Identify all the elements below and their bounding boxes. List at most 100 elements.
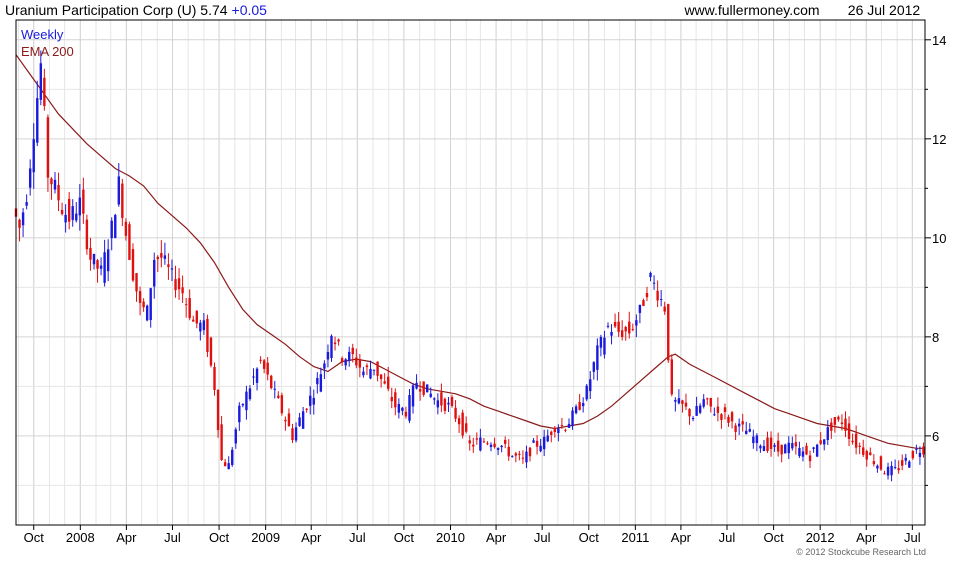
candle-body (688, 409, 691, 417)
x-tick-label: Jul (719, 530, 736, 545)
candle-body (245, 391, 248, 411)
candle-body (706, 398, 709, 400)
candle-body (482, 441, 486, 443)
candle-body (752, 436, 755, 444)
candle-body (270, 375, 273, 389)
candle-body (128, 224, 131, 260)
candle-body (542, 436, 546, 450)
candle-body (67, 198, 71, 222)
candle-body (528, 447, 532, 457)
candle-body (266, 362, 269, 375)
candle-body (812, 447, 815, 449)
candle-body (691, 417, 695, 419)
candle-body (745, 430, 748, 435)
candle-body (316, 377, 319, 385)
candle-body (138, 291, 142, 303)
candle-body (167, 264, 170, 268)
candle-body (344, 359, 347, 366)
x-tick-label: Apr (856, 530, 877, 545)
candle-body (457, 418, 461, 425)
candle-body (231, 449, 234, 465)
candle-body (28, 168, 32, 188)
y-tick-label: 8 (932, 330, 939, 345)
x-tick-label: 2008 (66, 530, 95, 545)
candle-body (702, 399, 705, 407)
candle-body (114, 215, 117, 238)
candle-body (737, 423, 741, 427)
x-tick-label: 2012 (806, 530, 835, 545)
candle-body (709, 398, 712, 407)
candle-body (574, 406, 578, 414)
candle-body (723, 407, 727, 412)
candle-body (808, 455, 812, 462)
candle-body (89, 247, 92, 260)
candle-body (908, 461, 911, 468)
candle-body (915, 448, 918, 450)
candle-body (450, 396, 454, 406)
candle-body (92, 253, 96, 265)
candle-body (571, 410, 574, 427)
x-axis: Oct 2008 Apr Jul Oct 2009 Apr Jul Oct 2010 Apr Jul O… (24, 525, 921, 545)
x-tick-label: Oct (763, 530, 784, 545)
candle-body (503, 439, 507, 444)
candle-body (652, 282, 656, 284)
candle-body (624, 326, 627, 332)
candle-body (553, 427, 557, 432)
candle-body (443, 398, 447, 411)
candle-body (60, 209, 64, 215)
candle-body (408, 395, 411, 421)
candle-body (248, 388, 252, 400)
candle-body (833, 417, 837, 425)
candle-body (670, 359, 673, 395)
candle-body (209, 337, 213, 366)
candle-body (117, 176, 121, 205)
candle-body (904, 457, 907, 461)
candle-body (135, 273, 138, 292)
site-url[interactable]: www.fullermoney.com (683, 2, 819, 18)
candle-body (131, 249, 135, 281)
candle-body (401, 407, 404, 411)
candle-body (610, 331, 613, 336)
candle-body (103, 252, 106, 283)
candle-body (635, 320, 638, 326)
candle-body (326, 352, 330, 360)
candle-body (776, 440, 780, 452)
candle-body (585, 385, 588, 400)
candle-body (507, 446, 510, 457)
candle-body (110, 220, 113, 239)
candle-body (390, 397, 393, 402)
candle-body (202, 320, 206, 331)
candle-body (337, 339, 340, 342)
x-tick-label: Oct (394, 530, 415, 545)
candle-body (844, 418, 847, 431)
candle-body (815, 444, 819, 457)
candle-body (181, 287, 184, 294)
candle-body (826, 427, 829, 440)
candle-body (184, 304, 188, 306)
candle-body (489, 444, 493, 447)
candle-body (755, 435, 759, 444)
candle-body (854, 433, 858, 448)
candle-body (372, 369, 376, 371)
candle-body (436, 400, 440, 408)
candle-body (262, 360, 266, 369)
candle-body (557, 428, 560, 433)
candle-body (617, 321, 620, 332)
candle-body (319, 374, 323, 392)
candle-body (124, 221, 128, 236)
candle-body (238, 405, 241, 423)
candle-body (766, 437, 769, 452)
candle-body (628, 321, 631, 334)
candle-body (656, 290, 659, 301)
candle-body (819, 440, 822, 444)
candle-body (893, 467, 897, 469)
candle-body (305, 408, 308, 410)
y-tick-label: 14 (932, 33, 946, 48)
candle-body (713, 414, 716, 416)
candle-body (525, 451, 528, 463)
title-text: Uranium Participation Corp (U) 5.74 (5, 2, 228, 18)
x-tick-label: Oct (579, 530, 600, 545)
candle-body (404, 411, 408, 417)
x-tick-label: 2011 (621, 530, 649, 545)
candle-body (291, 428, 294, 441)
